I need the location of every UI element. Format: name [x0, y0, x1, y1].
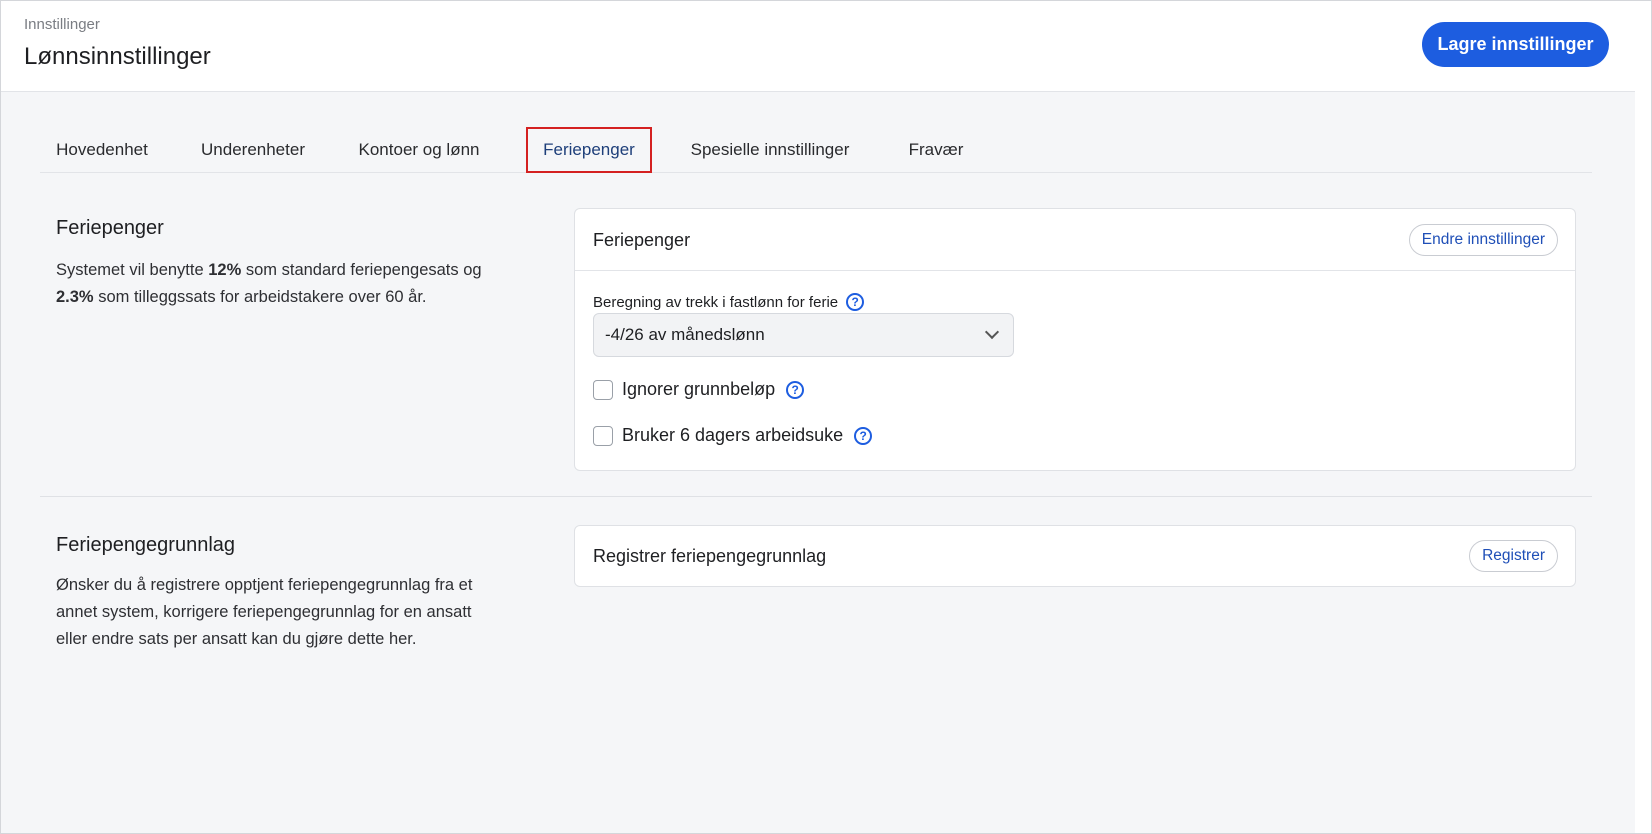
standard-rate: 12% — [208, 261, 242, 279]
divider — [575, 270, 1575, 271]
select-value: -4/26 av månedslønn — [605, 325, 765, 344]
tab-bar: Hovedenhet Underenheter Kontoer og lønn … — [40, 127, 1592, 173]
six-day-week-row: Bruker 6 dagers arbeidsuke ? — [593, 425, 873, 446]
tab-kontoer-og-lonn[interactable]: Kontoer og lønn — [344, 127, 494, 173]
tab-underenheter[interactable]: Underenheter — [189, 127, 317, 173]
desc-text: som tilleggssats for arbeidstakere over … — [93, 288, 427, 306]
field-label-text: Beregning av trekk i fastlønn for ferie — [593, 293, 839, 311]
field-label: Beregning av trekk i fastlønn for ferie … — [593, 293, 865, 311]
feriepenger-card: Feriepenger Endre innstillinger Beregnin… — [574, 208, 1576, 471]
breadcrumb[interactable]: Innstillinger — [24, 16, 100, 33]
section-divider — [40, 496, 1592, 497]
checkbox-label: Bruker 6 dagers arbeidsuke — [622, 425, 844, 445]
register-button[interactable]: Registrer — [1469, 540, 1558, 572]
tab-feriepenger[interactable]: Feriepenger — [526, 127, 652, 173]
tab-spesielle-innstillinger[interactable]: Spesielle innstillinger — [680, 127, 860, 173]
grunnlag-card: Registrer feriepengegrunnlag Registrer — [574, 525, 1576, 587]
question-circle-icon[interactable]: ? — [854, 426, 873, 445]
card-title: Registrer feriepengegrunnlag — [593, 546, 827, 566]
checkbox-label: Ignorer grunnbeløp — [622, 379, 776, 399]
ignore-base-amount-checkbox[interactable] — [593, 379, 613, 400]
deduction-select[interactable]: -4/26 av månedslønn — [593, 313, 1014, 357]
save-settings-button[interactable]: Lagre innstillinger — [1422, 22, 1609, 67]
ignore-base-amount-row: Ignorer grunnbeløp ? — [593, 379, 805, 400]
page-title: Lønnsinnstillinger — [24, 43, 211, 70]
grunnlag-section-title: Feriepengegrunnlag — [56, 534, 236, 556]
card-header: Feriepenger Endre innstillinger — [575, 209, 1575, 270]
six-day-week-checkbox[interactable] — [593, 425, 613, 446]
feriepenger-section-title: Feriepenger — [56, 217, 164, 239]
question-circle-icon[interactable]: ? — [786, 380, 805, 399]
desc-text: som standard feriepengesats og — [241, 261, 482, 279]
page-header: Innstillinger Lønnsinnstillinger Lagre i… — [1, 1, 1635, 92]
edit-settings-button[interactable]: Endre innstillinger — [1408, 224, 1558, 256]
extra-rate: 2.3% — [56, 288, 94, 306]
feriepenger-section-description: Systemet vil benytte 12% som standard fe… — [56, 257, 496, 311]
tab-fravaer[interactable]: Fravær — [896, 127, 976, 173]
question-circle-icon[interactable]: ? — [846, 293, 865, 311]
chevron-down-icon — [984, 324, 1000, 340]
grunnlag-section-description: Ønsker du å registrere opptjent feriepen… — [56, 576, 473, 648]
tab-hovedenhet[interactable]: Hovedenhet — [40, 127, 164, 173]
desc-text: Systemet vil benytte — [56, 261, 209, 279]
card-title: Feriepenger — [593, 230, 691, 250]
scrollbar-track[interactable] — [1635, 1, 1651, 833]
